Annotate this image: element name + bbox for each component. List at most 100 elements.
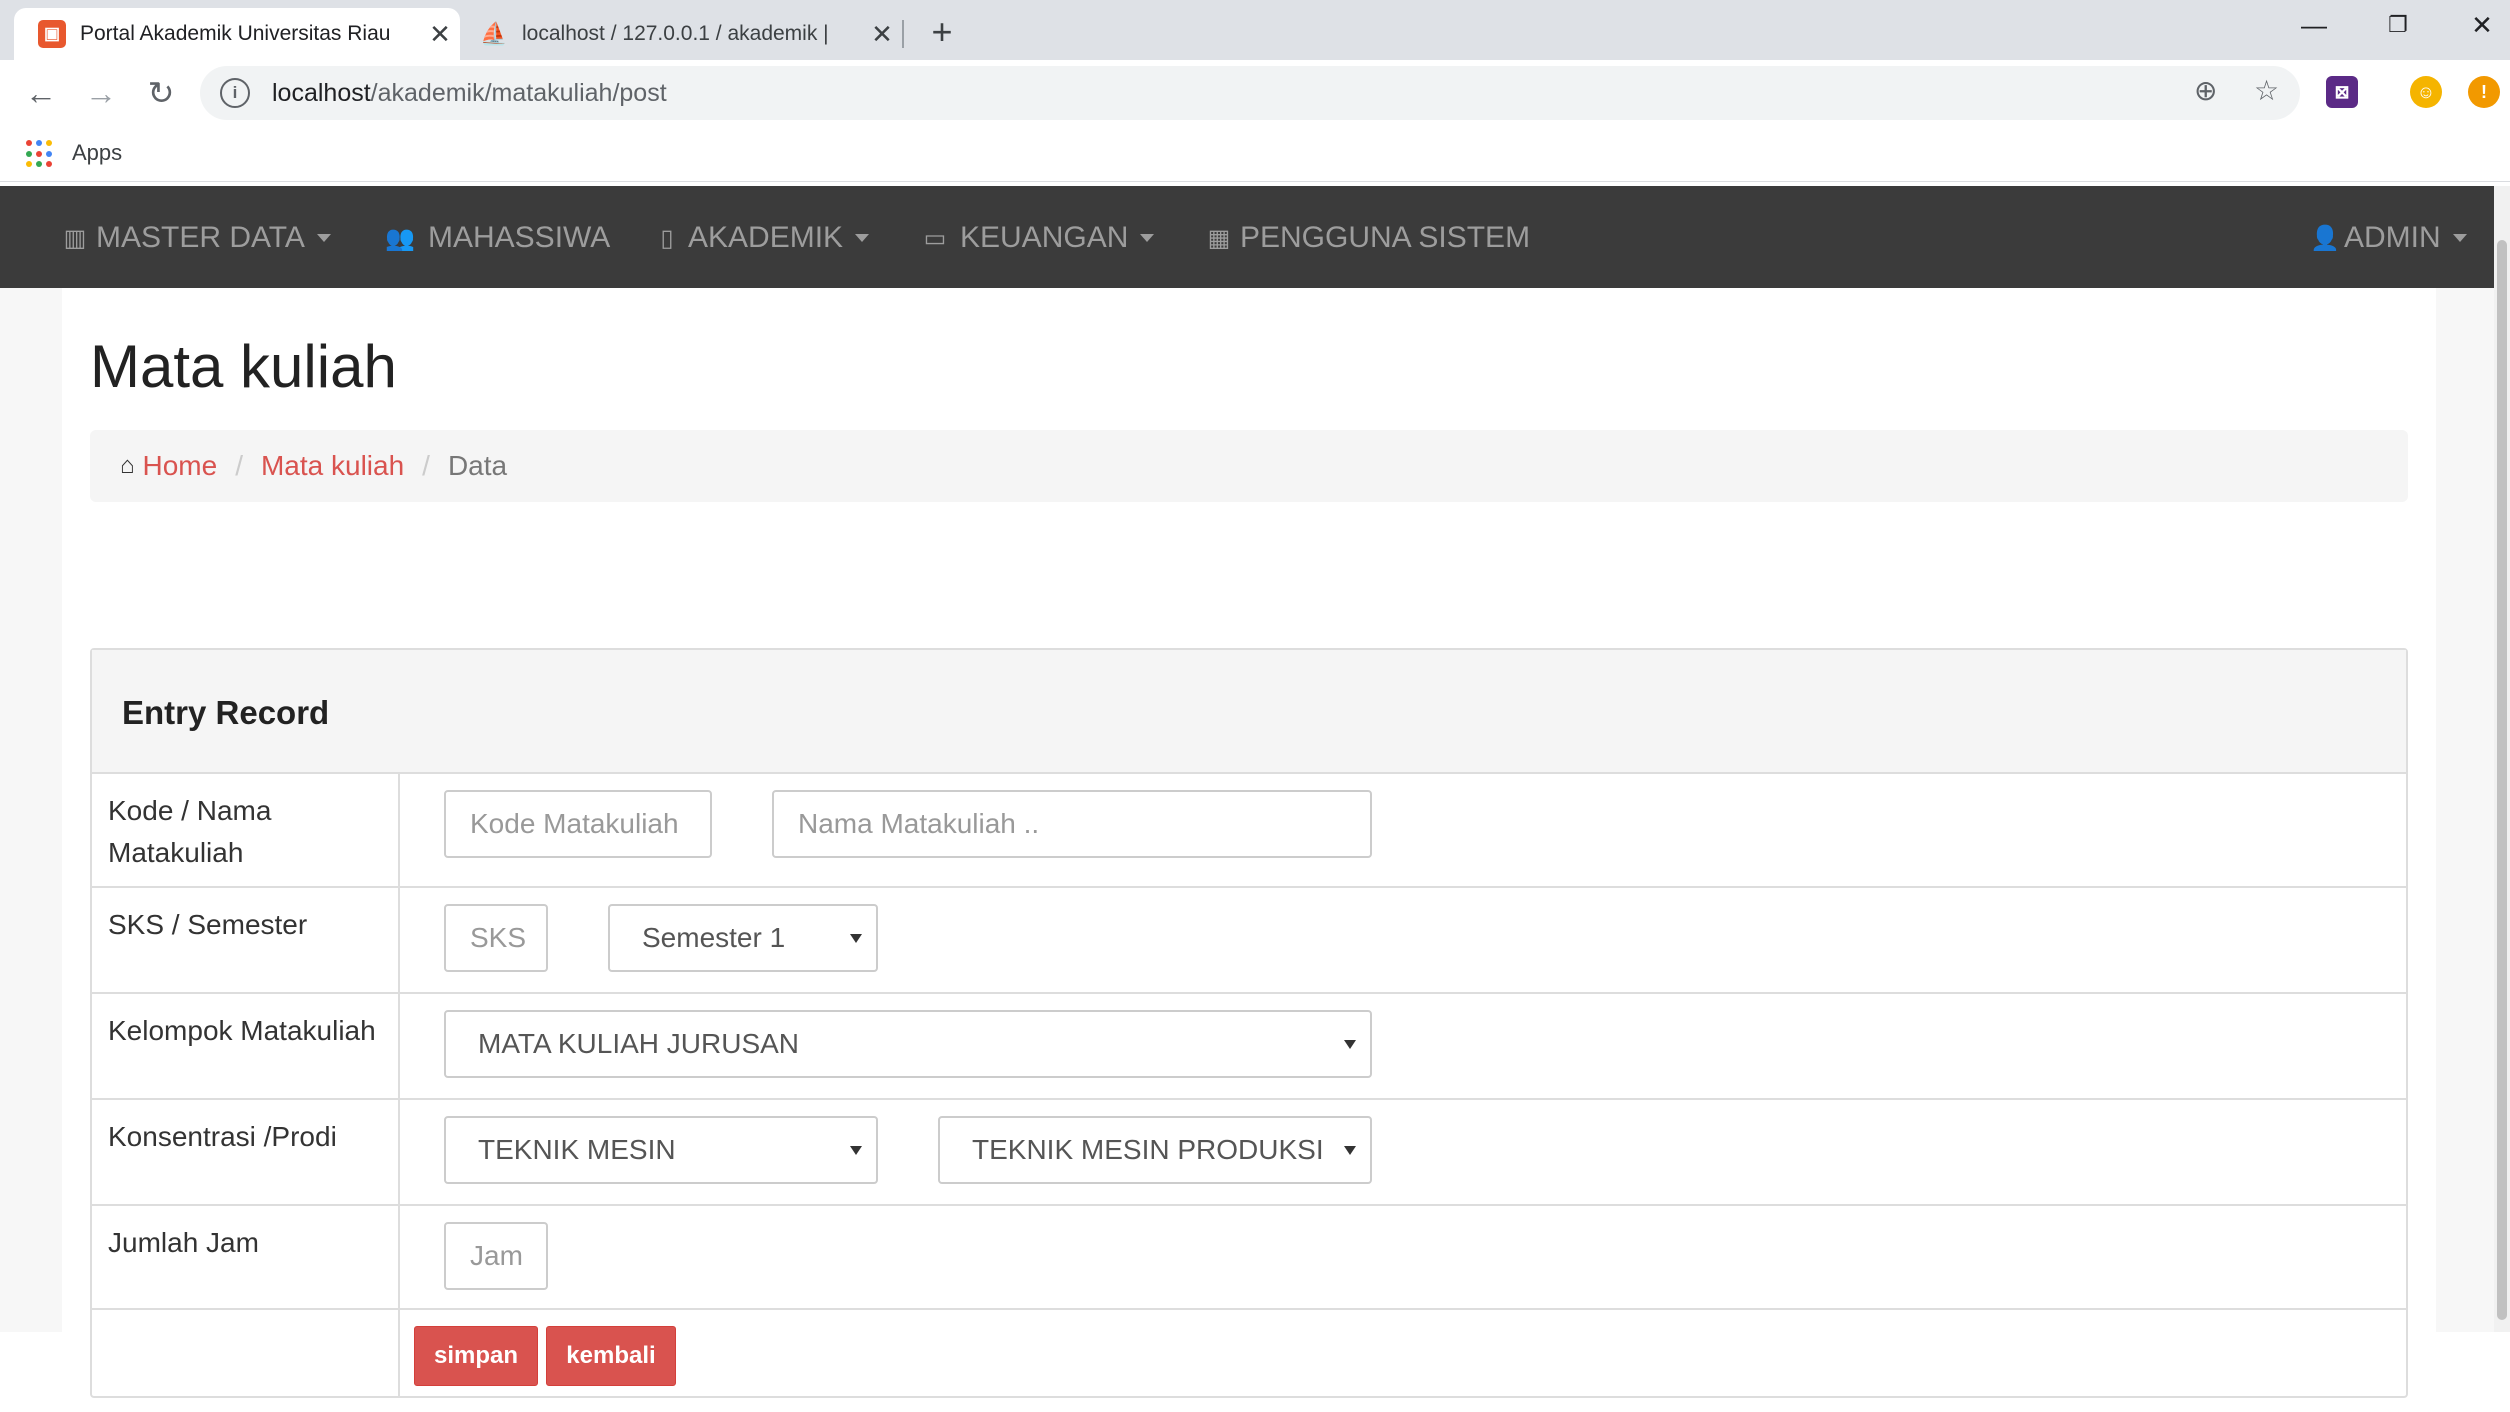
page-scrollbar[interactable] <box>2494 186 2510 1332</box>
panel-title: Entry Record <box>122 694 330 731</box>
nama-matakuliah-input[interactable]: Nama Matakuliah .. <box>772 790 1372 858</box>
nav-pengguna-sistem[interactable]: ▦ PENGGUNA SISTEM <box>1204 220 1530 256</box>
money-icon: ▭ <box>923 224 947 252</box>
konsentrasi-select-value: TEKNIK MESIN <box>478 1134 676 1165</box>
portal-favicon-icon: ▣ <box>38 20 66 48</box>
form-row-konsentrasi-prodi: Konsentrasi /Prodi TEKNIK MESIN TEKNIK M… <box>92 1100 2406 1206</box>
panel-heading: Entry Record <box>92 650 2406 774</box>
form-row-kode-nama: Kode / Nama Matakuliah Kode Matakuliah N… <box>92 774 2406 888</box>
emoji-extension-icon[interactable]: ☺ <box>2410 76 2442 108</box>
row-divider <box>398 994 400 1098</box>
apps-grid-icon[interactable] <box>26 140 54 168</box>
prodi-select[interactable]: TEKNIK MESIN PRODUKSI <box>938 1116 1372 1184</box>
close-tab-icon[interactable]: ✕ <box>420 19 460 50</box>
zoom-icon[interactable]: ⊕ <box>2194 74 2217 107</box>
label-konsentrasi-prodi: Konsentrasi /Prodi <box>108 1121 337 1152</box>
simpan-button[interactable]: simpan <box>414 1326 538 1386</box>
row-divider <box>398 1310 400 1398</box>
page-title: Mata kuliah <box>90 333 397 400</box>
kelompok-select[interactable]: MATA KULIAH JURUSAN <box>444 1010 1372 1078</box>
select-arrow-icon <box>1344 1145 1356 1155</box>
breadcrumb: ⌂ Home / Mata kuliah / Data <box>90 430 2408 502</box>
nav-keuangan[interactable]: ▭ KEUANGAN <box>916 220 1155 256</box>
sks-input[interactable]: SKS <box>444 904 548 972</box>
select-arrow-icon <box>1344 1039 1356 1049</box>
main-content: Mata kuliah ⌂ Home / Mata kuliah / Data … <box>62 288 2436 1398</box>
phpmyadmin-favicon-icon: ⛵ <box>480 21 508 46</box>
nav-label: KEUANGAN <box>960 221 1129 254</box>
browser-toolbar: ← → ↻ i localhost/akademik/matakuliah/po… <box>0 60 2510 126</box>
close-window-icon[interactable]: ✕ <box>2452 0 2510 50</box>
breadcrumb-mata-kuliah[interactable]: Mata kuliah <box>261 450 404 482</box>
user-icon: 👤 <box>2310 224 2340 252</box>
row-divider <box>398 888 400 992</box>
form-row-kelompok: Kelompok Matakuliah MATA KULIAH JURUSAN <box>92 994 2406 1100</box>
nav-mahasiswa[interactable]: 👥 MAHASSIWA <box>378 220 610 256</box>
row-divider <box>398 1206 400 1308</box>
label-jumlah-jam: Jumlah Jam <box>108 1227 259 1258</box>
semester-select[interactable]: Semester 1 <box>608 904 878 972</box>
alert-icon[interactable]: ! <box>2468 76 2500 108</box>
extension-icon[interactable]: ⊠ <box>2326 76 2358 108</box>
caret-down-icon <box>855 234 870 242</box>
label-kelompok: Kelompok Matakuliah <box>108 1015 376 1046</box>
nav-akademik[interactable]: ▯ AKADEMIK <box>652 220 870 256</box>
select-arrow-icon <box>850 933 862 943</box>
tab-phpmyadmin[interactable]: ⛵ localhost / 127.0.0.1 / akademik | ✕ <box>462 8 902 60</box>
caret-down-icon <box>1140 234 1155 242</box>
label-sks-semester: SKS / Semester <box>108 909 308 940</box>
minimize-icon[interactable]: — <box>2284 0 2344 50</box>
new-tab-button[interactable]: + <box>920 10 964 54</box>
close-tab-icon[interactable]: ✕ <box>862 19 902 50</box>
tab-title: Portal Akademik Universitas Riau <box>80 22 391 45</box>
nav-admin-dropdown[interactable]: 👤 ADMIN <box>2310 220 2467 256</box>
jam-input[interactable]: Jam <box>444 1222 548 1290</box>
book-icon: ▯ <box>660 224 674 252</box>
konsentrasi-select[interactable]: TEKNIK MESIN <box>444 1116 878 1184</box>
select-arrow-icon <box>850 1145 862 1155</box>
caret-down-icon <box>316 234 331 242</box>
entry-record-panel: Entry Record Kode / Nama Matakuliah Kode… <box>90 648 2408 1398</box>
row-divider <box>398 1100 400 1204</box>
url-text: localhost/akademik/matakuliah/post <box>272 78 667 107</box>
kode-matakuliah-input[interactable]: Kode Matakuliah <box>444 790 712 858</box>
form-row-actions: simpan kembali <box>92 1310 2406 1398</box>
bookmark-star-icon[interactable]: ☆ <box>2254 74 2279 107</box>
tab-portal-akademik[interactable]: ▣ Portal Akademik Universitas Riau ✕ <box>14 8 460 60</box>
nav-label: PENGGUNA SISTEM <box>1240 221 1531 254</box>
kembali-button[interactable]: kembali <box>546 1326 676 1386</box>
grid-icon: ▦ <box>1207 224 1231 252</box>
users-icon: 👥 <box>385 224 415 252</box>
label-kode-nama: Kode / Nama Matakuliah <box>108 795 272 868</box>
semester-select-value: Semester 1 <box>642 922 786 953</box>
form-row-sks-semester: SKS / Semester SKS Semester 1 <box>92 888 2406 994</box>
chart-icon: ▥ <box>63 224 87 252</box>
nav-master-data[interactable]: ▥ MASTER DATA <box>60 220 331 256</box>
home-icon: ⌂ <box>120 452 135 479</box>
form-row-jumlah-jam: Jumlah Jam Jam <box>92 1206 2406 1310</box>
reload-icon[interactable]: ↻ <box>138 70 184 116</box>
address-bar[interactable]: i localhost/akademik/matakuliah/post <box>200 66 2300 120</box>
back-arrow-icon[interactable]: ← <box>18 70 64 116</box>
scrollbar-thumb[interactable] <box>2497 240 2507 1320</box>
breadcrumb-separator: / <box>235 450 243 481</box>
caret-down-icon <box>2452 234 2467 242</box>
top-navbar: ▥ MASTER DATA 👥 MAHASSIWA ▯ AKADEMIK ▭ K… <box>0 186 2494 288</box>
prodi-select-value: TEKNIK MESIN PRODUKSI <box>972 1134 1324 1165</box>
tab-separator <box>902 20 904 48</box>
breadcrumb-current: Data <box>447 450 508 481</box>
site-info-icon[interactable]: i <box>220 78 250 108</box>
apps-bookmark[interactable]: Apps <box>72 140 122 166</box>
nav-label: MAHASSIWA <box>428 221 611 254</box>
bookmarks-bar: Apps <box>0 126 2510 182</box>
kelompok-select-value: MATA KULIAH JURUSAN <box>478 1028 800 1059</box>
nav-label: AKADEMIK <box>688 221 844 254</box>
breadcrumb-separator: / <box>422 450 430 481</box>
forward-arrow-icon[interactable]: → <box>78 70 124 116</box>
browser-tab-strip: ▣ Portal Akademik Universitas Riau ✕ ⛵ l… <box>0 0 2510 60</box>
restore-icon[interactable]: ❐ <box>2368 0 2428 50</box>
nav-label: MASTER DATA <box>96 221 305 254</box>
breadcrumb-home[interactable]: Home <box>143 450 218 482</box>
nav-label: ADMIN <box>2344 221 2441 254</box>
row-divider <box>398 774 400 886</box>
